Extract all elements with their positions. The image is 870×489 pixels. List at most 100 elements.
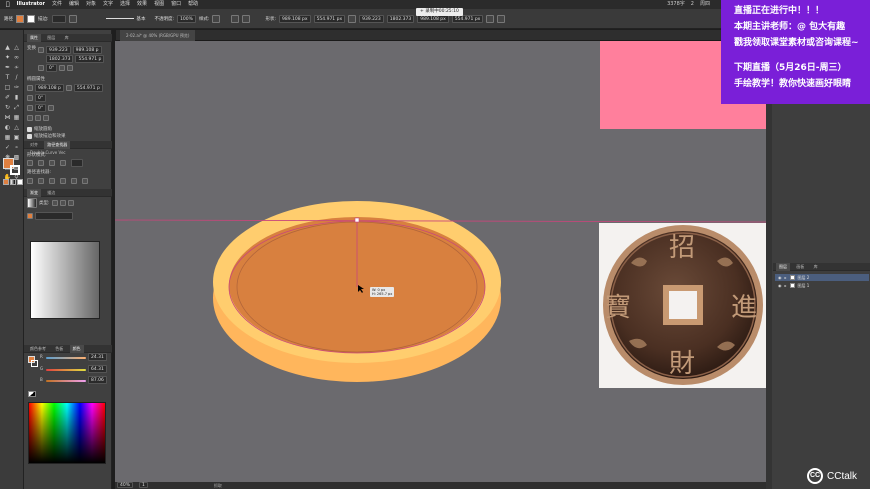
document-tab[interactable]: 2-02.ai* @ 40% (RGB/GPU 预览) <box>120 30 196 41</box>
direct-selection-tool-icon[interactable]: △ <box>12 43 21 52</box>
recolor-icon[interactable] <box>231 14 240 23</box>
stroke-weight-field[interactable] <box>51 14 66 23</box>
shape-h-field[interactable]: 554.971 px <box>313 14 346 23</box>
none-mode-icon[interactable] <box>17 179 23 185</box>
pen-tool-icon[interactable]: ✒ <box>3 63 12 72</box>
tab-color-guide[interactable]: 颜色参考 <box>27 345 49 353</box>
gradient-preview[interactable] <box>30 241 100 319</box>
reference-coin-image[interactable]: 招 財 寶 進 <box>599 223 766 388</box>
shape-w-field[interactable]: 989.108 px <box>279 14 311 23</box>
panel-collapse-strip[interactable] <box>766 41 772 489</box>
slider-r[interactable] <box>46 357 86 359</box>
pie-swap-icon[interactable] <box>48 105 55 111</box>
gradient-fill-icon[interactable] <box>27 213 33 219</box>
linear-gradient-icon[interactable] <box>51 200 58 206</box>
tab-layers-right[interactable]: 图层 <box>776 263 790 271</box>
lasso-icon[interactable]: ∞ <box>12 53 21 62</box>
intersect-icon[interactable] <box>49 160 55 166</box>
zoom-field[interactable]: 40% <box>117 482 134 488</box>
live-promo-banner[interactable]: 直播正在进行中！！！ 本期主讲老师：@ 包大有趣 戳我领取课堂素材或咨询课程~ … <box>721 0 870 104</box>
tab-stroke[interactable]: 描边 <box>44 189 58 197</box>
artboard-canvas[interactable]: W: 0 px H: 265.7 px 招 財 寶 進 <box>115 41 766 482</box>
none-black-white-swatches[interactable] <box>28 391 36 397</box>
free-transform-icon[interactable]: ▦ <box>12 113 21 122</box>
scale-tool-icon[interactable]: ⤢ <box>12 103 21 112</box>
rectangle-tool-icon[interactable]: □ <box>3 83 12 92</box>
radial-gradient-icon[interactable] <box>59 200 66 206</box>
layer-name[interactable]: 图层 1 <box>798 282 810 289</box>
y-field[interactable]: 1802.373 <box>386 14 415 23</box>
menu-select[interactable]: 选择 <box>120 0 130 9</box>
tab-swatches[interactable]: 色板 <box>52 345 66 353</box>
eraser-icon[interactable]: ▮ <box>12 93 21 102</box>
menu-type[interactable]: 文字 <box>103 0 113 9</box>
status-notify[interactable]: 2 <box>691 0 694 9</box>
menu-edit[interactable]: 编辑 <box>69 0 79 9</box>
color-stroke-swatch[interactable] <box>31 360 38 367</box>
transform-h-field[interactable]: 554.971 p <box>75 55 105 63</box>
mesh-tool-icon[interactable]: ▦ <box>3 133 12 142</box>
menu-icon[interactable] <box>497 14 506 23</box>
perspective-grid-icon[interactable]: △ <box>12 123 21 132</box>
expand-button[interactable] <box>71 159 83 167</box>
paintbrush-icon[interactable]: ✑ <box>12 83 21 92</box>
expand-arrow-icon[interactable]: ▸ <box>785 274 787 281</box>
tab-gradient[interactable]: 渐变 <box>27 189 41 197</box>
eye-icon[interactable]: ◉ <box>778 282 782 289</box>
stroke-color-box[interactable] <box>10 165 20 175</box>
layer-name[interactable]: 图层 2 <box>798 274 810 281</box>
transform-angle-field[interactable]: 0° <box>46 64 58 72</box>
reference-point-icon[interactable] <box>38 47 44 53</box>
shape-builder-icon[interactable]: ◐ <box>3 123 12 132</box>
width-tool-icon[interactable]: ⋈ <box>3 113 12 122</box>
scale-strokes-checkbox[interactable] <box>27 133 32 139</box>
tab-artboards[interactable]: 画板 <box>793 263 807 271</box>
magic-wand-icon[interactable]: ✦ <box>3 53 12 62</box>
slider-g-value[interactable]: 64.31 <box>88 365 107 373</box>
type-tool-icon[interactable]: T <box>3 73 12 82</box>
expand-arrow-icon[interactable]: ▸ <box>785 282 787 289</box>
layer-row[interactable]: ◉ ▸ 图层 1 <box>775 282 869 289</box>
corner-icon[interactable] <box>27 115 33 121</box>
menu-window[interactable]: 窗口 <box>171 0 181 9</box>
scale-corners-checkbox[interactable] <box>27 126 32 132</box>
menu-help[interactable]: 帮助 <box>188 0 198 9</box>
color-spectrum[interactable] <box>28 402 106 464</box>
arrange-icon[interactable] <box>486 14 495 23</box>
eye-icon[interactable]: ◉ <box>778 274 782 281</box>
gradient-mode-icon[interactable] <box>10 179 16 185</box>
layer-row[interactable]: ◉ ▸ 图层 2 <box>775 274 869 281</box>
ellipse-h-field[interactable]: 554.971 p <box>73 84 103 92</box>
curvature-tool-icon[interactable]: ≁ <box>12 63 21 72</box>
trim-icon[interactable] <box>38 178 44 184</box>
stroke-profile-preview[interactable] <box>105 18 134 19</box>
menu-view[interactable]: 视图 <box>154 0 164 9</box>
flip-h-icon[interactable] <box>59 65 66 71</box>
menu-effect[interactable]: 效果 <box>137 0 147 9</box>
opacity-field[interactable]: 100% <box>177 14 196 23</box>
menu-app-name[interactable]: Illustrator <box>17 0 45 9</box>
flip-v-icon[interactable] <box>67 65 74 71</box>
pie-angle-field[interactable]: 0° <box>35 104 47 112</box>
slider-g[interactable] <box>46 369 86 371</box>
apple-icon[interactable]:  <box>6 0 10 9</box>
artboard-number-field[interactable]: 1 <box>139 482 148 488</box>
ellipse-angle-field[interactable]: 0° <box>35 94 47 102</box>
minus-front-icon[interactable] <box>38 160 44 166</box>
transform-icon[interactable] <box>348 14 357 23</box>
crop-icon[interactable] <box>60 178 66 184</box>
transform-x-field[interactable]: 939.223 <box>46 46 71 54</box>
tab-libraries[interactable]: 库 <box>62 34 72 42</box>
transform-y-field[interactable]: 1802.373 <box>46 55 74 63</box>
ellipse-w-field[interactable]: 989.108 p <box>35 84 64 92</box>
selection-tool-icon[interactable]: ▲ <box>3 43 12 52</box>
tab-layers[interactable]: 图层 <box>44 34 58 42</box>
menu-object[interactable]: 对象 <box>86 0 96 9</box>
gradient-tool-icon[interactable]: ▣ <box>12 133 21 142</box>
fill-swatch[interactable] <box>16 14 24 23</box>
transform-w-field[interactable]: 989.108 p <box>72 46 102 54</box>
rotate-tool-icon[interactable]: ↻ <box>3 103 12 112</box>
style-picker-icon[interactable] <box>212 14 221 23</box>
gradient-preview-swatch[interactable] <box>27 198 37 208</box>
menu-file[interactable]: 文件 <box>52 0 62 9</box>
